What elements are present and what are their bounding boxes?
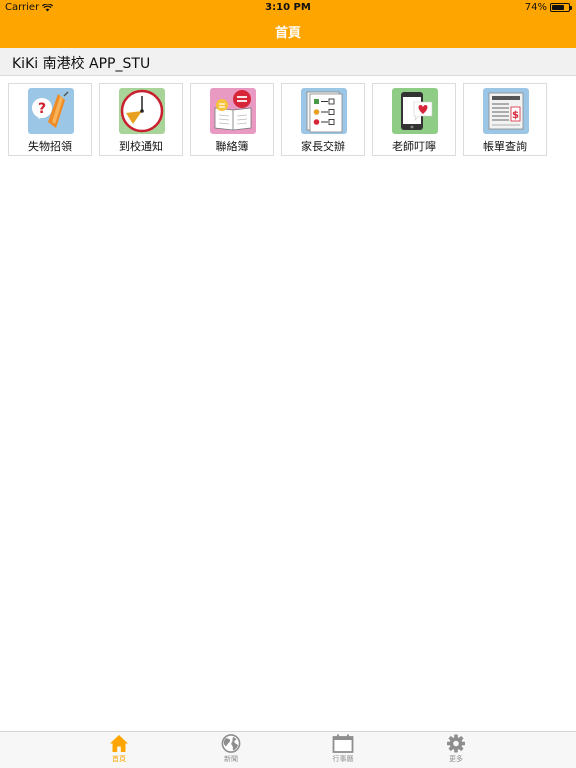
bill-icon: $ [483, 88, 529, 134]
tile-label: 到校通知 [119, 140, 163, 153]
feature-grid: ? 失物招領 到校通知 聯絡簿 家長交辦 老師叮嚀 $ 帳單查詢 [8, 83, 568, 156]
status-bar: Carrier 3:10 PM 74% [0, 0, 576, 16]
navigation-bar: Carrier 3:10 PM 74% 首頁 [0, 0, 576, 48]
tile-label: 帳單查詢 [483, 140, 527, 153]
school-bar: KiKi 南港校 APP_STU [0, 48, 576, 76]
tile-label: 聯絡簿 [215, 140, 249, 153]
tab-news[interactable]: 新聞 [201, 734, 261, 768]
tile-teacher-reminder[interactable]: 老師叮嚀 [372, 83, 456, 156]
tile-contact-book[interactable]: 聯絡簿 [190, 83, 274, 156]
tab-calendar[interactable]: 行事曆 [313, 734, 373, 768]
battery-status: 74% [524, 2, 572, 13]
gear-icon [447, 734, 465, 753]
page-title: 首頁 [274, 26, 301, 41]
tab-label: 新聞 [224, 755, 238, 763]
svg-text:?: ? [38, 101, 46, 117]
tab-label: 首頁 [112, 755, 126, 763]
globe-icon [221, 734, 241, 753]
phone-heart-icon [392, 88, 438, 134]
battery-icon [550, 3, 572, 12]
status-time: 3:10 PM [265, 2, 311, 13]
school-name: KiKi 南港校 APP_STU [12, 56, 151, 72]
tile-arrival-notice[interactable]: 到校通知 [99, 83, 183, 156]
tab-label: 行事曆 [332, 755, 354, 763]
contact-book-icon [210, 88, 256, 134]
lost-and-found-icon: ? [28, 88, 74, 134]
home-icon [110, 735, 128, 752]
tile-parent-request[interactable]: 家長交辦 [281, 83, 365, 156]
tile-label: 老師叮嚀 [392, 140, 436, 153]
tab-more[interactable]: 更多 [426, 734, 486, 768]
tile-label: 家長交辦 [301, 140, 345, 153]
clock-icon [119, 88, 165, 134]
battery-percent: 74% [524, 2, 547, 13]
calendar-icon [332, 734, 354, 753]
checklist-icon [301, 88, 347, 134]
svg-text:$: $ [512, 110, 519, 121]
tile-lost-and-found[interactable]: ? 失物招領 [8, 83, 92, 156]
tab-home[interactable]: 首頁 [89, 734, 149, 768]
tile-label: 失物招領 [28, 140, 72, 153]
battery-fill [552, 5, 564, 10]
tab-label: 更多 [449, 755, 463, 763]
tile-bill-inquiry[interactable]: $ 帳單查詢 [463, 83, 547, 156]
tab-bar: 首頁 新聞 行事曆 更多 [0, 731, 576, 768]
